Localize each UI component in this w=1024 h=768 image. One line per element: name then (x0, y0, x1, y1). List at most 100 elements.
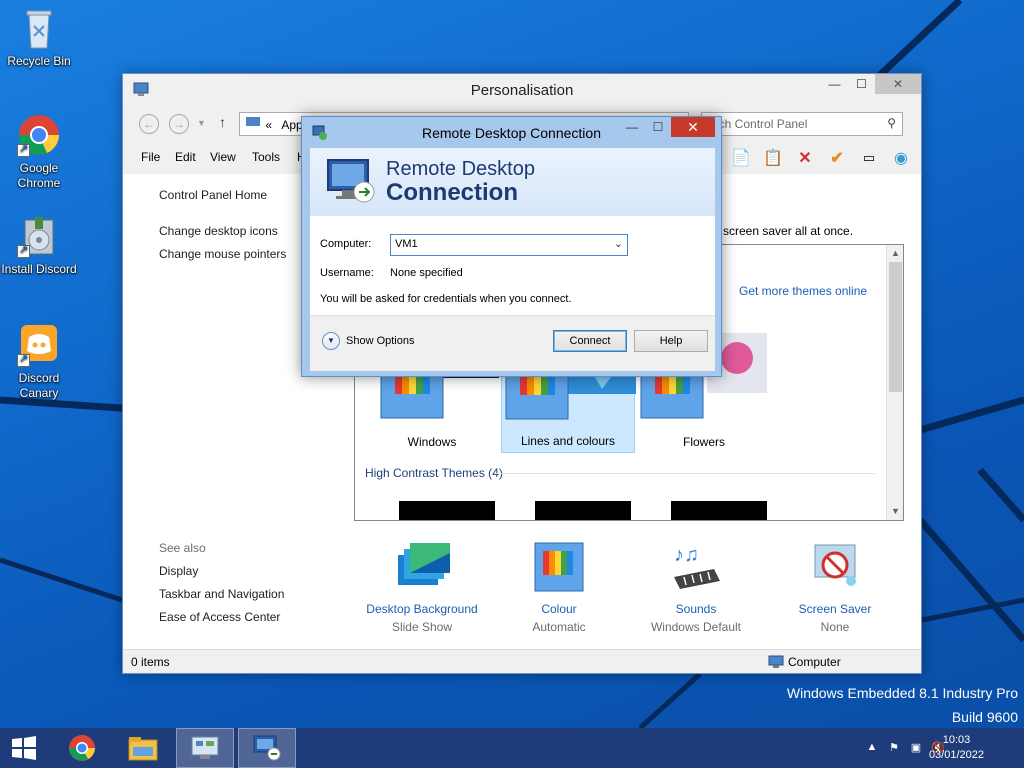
dialog-title-bar[interactable]: Remote Desktop Connection — ☐ ✕ (302, 117, 721, 147)
theme-label: Lines and colours (520, 434, 616, 448)
menu-view[interactable]: View (210, 150, 236, 164)
installer-icon (17, 214, 61, 258)
taskbar-control-panel[interactable] (176, 728, 234, 768)
show-options-toggle[interactable]: ▼ Show Options (322, 332, 414, 350)
get-more-themes-link[interactable]: Get more themes online (739, 284, 867, 298)
expand-chevron-icon: ▼ (322, 332, 340, 350)
themes-scrollbar[interactable]: ▲ ▼ (886, 245, 903, 520)
taskbar-remote-desktop[interactable] (238, 728, 296, 768)
bottom-item-label: Colour (541, 602, 577, 616)
search-input[interactable]: arch Control Panel ⚲ (701, 112, 903, 136)
screen-saver-item[interactable]: Screen Saver None (770, 541, 900, 637)
status-bar: 0 items Computer (123, 649, 921, 673)
paste-icon[interactable]: 📋 (761, 146, 785, 170)
high-contrast-theme[interactable] (399, 501, 495, 520)
desktop-icon-label: Recycle Bin (7, 54, 71, 68)
start-button[interactable] (0, 728, 48, 768)
desktop-background-item[interactable]: Desktop Background Slide Show (357, 541, 487, 637)
desktop-icon-label: Google Chrome (17, 161, 61, 190)
search-placeholder: arch Control Panel (708, 117, 808, 131)
dialog-close-button[interactable]: ✕ (671, 117, 715, 137)
clock-date: 03/01/2022 (928, 749, 984, 761)
remote-desktop-dialog: Remote Desktop Connection — ☐ ✕ Remote D… (301, 116, 722, 377)
chrome-icon (69, 735, 95, 761)
computer-label: Computer: (320, 238, 372, 250)
taskbar-navigation-link[interactable]: Taskbar and Navigation (159, 587, 284, 601)
bottom-item-sub: Slide Show (391, 620, 453, 634)
delete-icon[interactable]: ✕ (793, 146, 817, 170)
close-button[interactable]: ✕ (875, 74, 921, 94)
theme-label: Windows (407, 435, 457, 449)
dialog-banner: Remote Desktop Connection (310, 148, 715, 216)
network-icon[interactable]: ▣ (908, 741, 924, 755)
theme-label: Flowers (682, 435, 725, 449)
high-contrast-theme[interactable] (671, 501, 767, 520)
discord-icon (17, 323, 61, 367)
copy-icon[interactable]: 📄 (729, 146, 753, 170)
address-chevron: « (265, 118, 273, 132)
back-button[interactable]: ← (139, 114, 159, 134)
sounds-item[interactable]: ♪♫ Sounds Windows Default (631, 541, 761, 637)
shortcut-arrow-icon (17, 243, 30, 258)
change-desktop-icons-link[interactable]: Change desktop icons (159, 224, 278, 238)
properties-icon[interactable]: ▭ (857, 146, 881, 170)
chevron-down-icon[interactable]: ⌄ (614, 237, 623, 250)
scroll-thumb[interactable] (889, 262, 902, 392)
desktop-background-icon (396, 541, 450, 593)
high-contrast-theme[interactable] (535, 501, 631, 520)
flag-icon[interactable]: ⚑ (886, 741, 902, 755)
os-watermark-build: Build 9600 (951, 709, 1018, 725)
bottom-item-label: Sounds (675, 602, 717, 616)
taskbar-chrome[interactable] (53, 728, 111, 768)
desktop-icon-label: Discord Canary (18, 371, 60, 400)
taskbar-file-explorer[interactable] (114, 728, 172, 768)
title-bar[interactable]: Personalisation — ☐ ✕ (123, 74, 921, 106)
sounds-icon: ♪♫ (670, 541, 722, 593)
dialog-minimize-button[interactable]: — (619, 117, 645, 137)
desktop-icon-discord-canary[interactable]: Discord Canary (1, 323, 77, 401)
control-panel-home-link[interactable]: Control Panel Home (159, 188, 267, 202)
address-text: App (281, 118, 303, 132)
menu-file[interactable]: File (141, 150, 160, 164)
maximize-button[interactable]: ☐ (848, 74, 875, 94)
up-button[interactable]: ↑ (219, 114, 226, 130)
show-options-label: Show Options (346, 335, 415, 347)
bottom-item-sub: None (820, 620, 850, 634)
connect-button[interactable]: Connect (553, 330, 627, 352)
shell-icon[interactable]: ◉ (889, 146, 913, 170)
change-mouse-pointers-link[interactable]: Change mouse pointers (159, 247, 286, 261)
colour-item[interactable]: Colour Automatic (494, 541, 624, 637)
checkmark-icon[interactable]: ✔ (825, 146, 849, 170)
desktop-icon-label: Install Discord (1, 262, 77, 276)
help-button[interactable]: Help (634, 330, 708, 352)
menu-edit[interactable]: Edit (175, 150, 196, 164)
screen-saver-icon (809, 541, 861, 593)
chevron-up-icon[interactable]: ▲ (864, 741, 880, 755)
forward-button[interactable]: → (169, 114, 189, 134)
clock[interactable]: 10:03 03/01/2022 (929, 733, 984, 763)
computer-combobox[interactable]: VM1 ⌄ (390, 234, 628, 256)
banner-line-1: Remote Desktop (386, 158, 535, 180)
scroll-down-icon[interactable]: ▼ (887, 503, 903, 520)
control-panel-icon (191, 736, 219, 759)
menu-tools[interactable]: Tools (252, 150, 280, 164)
desktop-icon-google-chrome[interactable]: Google Chrome (1, 113, 77, 191)
recent-pages-icon[interactable]: ▼ (197, 118, 206, 128)
desktop-icon-install-discord[interactable]: Install Discord (1, 214, 77, 277)
search-icon: ⚲ (887, 116, 896, 130)
os-watermark-edition: Windows Embedded 8.1 Industry Pro (786, 685, 1018, 701)
desktop-icon-recycle-bin[interactable]: Recycle Bin (1, 6, 77, 69)
bottom-item-sub: Automatic (532, 620, 586, 634)
scroll-up-icon[interactable]: ▲ (887, 245, 903, 262)
colour-icon (533, 541, 585, 593)
item-count: 0 items (131, 655, 170, 669)
remote-desktop-logo-icon (326, 156, 376, 209)
computer-icon (768, 655, 784, 672)
high-contrast-heading: High Contrast Themes (4) (365, 466, 503, 480)
divider (495, 473, 875, 474)
display-link[interactable]: Display (159, 564, 198, 578)
username-label: Username: (320, 267, 374, 279)
minimize-button[interactable]: — (821, 74, 848, 94)
dialog-maximize-button[interactable]: ☐ (645, 117, 671, 137)
ease-of-access-link[interactable]: Ease of Access Center (159, 610, 280, 624)
